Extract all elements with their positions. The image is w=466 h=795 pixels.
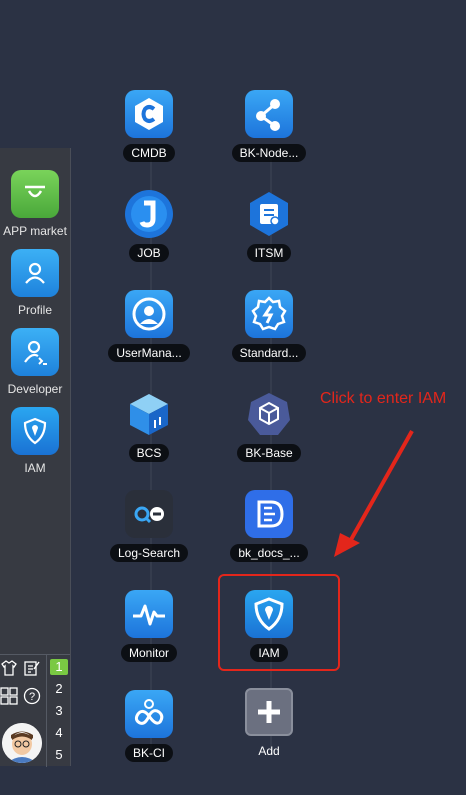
page-5[interactable]: 5 — [47, 747, 71, 762]
shield-icon — [11, 407, 59, 455]
job-icon — [125, 190, 173, 238]
user-manage-icon — [125, 290, 173, 338]
app-label: Monitor — [120, 644, 177, 662]
page-switcher: 1 2 3 4 5 — [46, 655, 71, 767]
app-label: Log-Search — [109, 544, 189, 562]
page-2[interactable]: 2 — [47, 681, 71, 696]
app-label: BK-CI — [124, 744, 173, 762]
dock-item-iam[interactable]: IAM — [0, 407, 70, 475]
itsm-icon — [245, 190, 293, 238]
app-label: BCS — [128, 444, 170, 462]
iam-highlight-box — [218, 574, 340, 671]
dock-item-profile[interactable]: Profile — [0, 249, 70, 317]
app-label: BK-Node... — [231, 144, 307, 162]
user-icon — [11, 249, 59, 297]
app-add[interactable]: Add — [221, 688, 317, 765]
app-bk-docs[interactable]: bk_docs_... — [221, 490, 317, 567]
app-label: Standard... — [231, 344, 307, 362]
bk-base-icon — [245, 390, 293, 438]
app-bk-ci[interactable]: BK-CI — [101, 690, 197, 767]
app-bcs[interactable]: BCS — [101, 390, 197, 467]
page-3[interactable]: 3 — [47, 703, 71, 718]
cube-icon — [125, 390, 173, 438]
page-1[interactable]: 1 — [50, 659, 68, 675]
app-itsm[interactable]: ITSM — [221, 190, 317, 267]
node-icon — [245, 90, 293, 138]
dock-item-label: Developer — [7, 382, 63, 396]
app-cmdb[interactable]: CMDB — [101, 90, 197, 167]
cmdb-icon — [125, 90, 173, 138]
app-label: UserMana... — [108, 344, 190, 362]
page-4[interactable]: 4 — [47, 725, 71, 740]
log-search-icon — [125, 490, 173, 538]
shopping-bag-icon — [11, 170, 59, 218]
shirt-icon[interactable] — [0, 659, 18, 677]
app-standard[interactable]: Standard... — [221, 290, 317, 367]
gear-icon — [245, 290, 293, 338]
dock-toolbar: ? 1 2 3 4 5 — [0, 654, 70, 767]
app-label: bk_docs_... — [230, 544, 308, 562]
help-icon[interactable]: ? — [23, 687, 41, 705]
avatar[interactable] — [2, 723, 42, 763]
app-label: JOB — [129, 244, 169, 262]
edit-icon[interactable] — [23, 659, 41, 677]
dock-item-label: Profile — [17, 303, 52, 317]
annotation-arrow — [334, 430, 414, 557]
app-label: CMDB — [123, 144, 175, 162]
app-bk-node[interactable]: BK-Node... — [221, 90, 317, 167]
app-user-manage[interactable]: UserMana... — [101, 290, 197, 367]
developer-icon — [11, 328, 59, 376]
app-label: BK-Base — [237, 444, 301, 462]
grid-icon[interactable] — [0, 687, 18, 705]
dock-item-app-market[interactable]: APP market — [0, 170, 70, 238]
app-log-search[interactable]: Log-Search — [101, 490, 197, 567]
left-dock: APP market Profile Developer IAM ? 1 2 3… — [0, 148, 71, 767]
docs-icon — [245, 490, 293, 538]
app-job[interactable]: JOB — [101, 190, 197, 267]
svg-text:?: ? — [29, 691, 35, 703]
dock-item-label: APP market — [3, 224, 67, 238]
dock-item-developer[interactable]: Developer — [0, 328, 70, 396]
app-label: ITSM — [246, 244, 292, 262]
annotation-text: Click to enter IAM — [320, 390, 447, 407]
app-monitor[interactable]: Monitor — [101, 590, 197, 667]
bk-ci-icon — [125, 690, 173, 738]
dock-item-label: IAM — [24, 461, 46, 475]
app-bk-base[interactable]: BK-Base — [221, 390, 317, 467]
app-label: Add — [258, 744, 280, 758]
monitor-icon — [125, 590, 173, 638]
plus-icon — [245, 688, 293, 736]
